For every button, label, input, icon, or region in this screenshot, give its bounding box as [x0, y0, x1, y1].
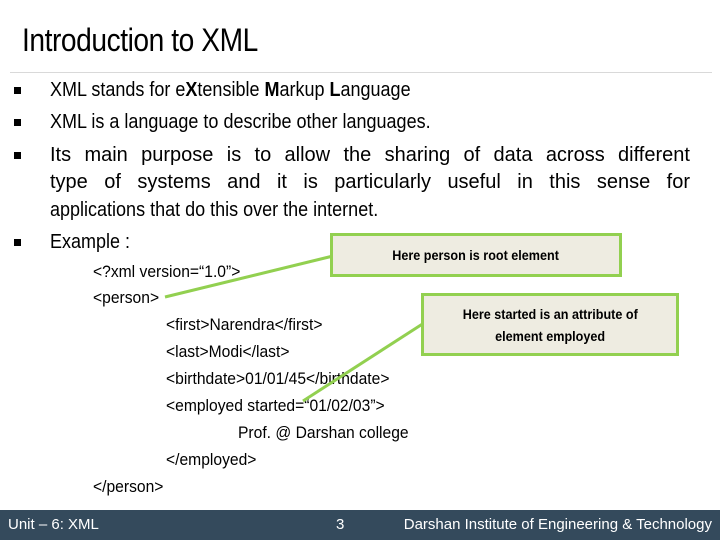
footer-page-number: 3 — [336, 516, 345, 533]
bullet-text-line: type of systems and it is particularly useful in… — [50, 168, 690, 197]
word: in — [517, 171, 533, 193]
word: this — [549, 171, 581, 193]
square-bullet-icon — [14, 152, 21, 159]
code-line: <person> — [93, 288, 160, 307]
word: type — [50, 171, 88, 193]
bullet-text: Example : — [50, 231, 131, 253]
text-segment-bold: X — [185, 79, 198, 101]
word: to — [254, 144, 272, 166]
footer-unit-label: Unit – 6: XML — [8, 516, 99, 533]
word: purpose — [141, 144, 214, 166]
word: and — [227, 171, 261, 193]
text-segment: arkup — [279, 79, 330, 101]
square-bullet-icon — [14, 119, 21, 126]
text-segment-bold: M — [264, 79, 280, 101]
code-line: <first>Narendra</first> — [166, 315, 323, 334]
attribute-callout: Here started is an attribute of element … — [421, 293, 679, 356]
title-divider — [10, 72, 712, 73]
code-line: Prof. @ Darshan college — [238, 423, 409, 442]
text-segment: XML stands for e — [50, 79, 186, 101]
word: it — [276, 171, 287, 193]
bullet-text: applications that do this over the inter… — [50, 199, 379, 221]
word: sense — [596, 171, 651, 193]
code-line: <employed started=“01/02/03”> — [166, 396, 385, 415]
root-element-callout: Here person is root element — [330, 233, 622, 277]
code-line: </employed> — [166, 450, 257, 469]
text-segment-bold: L — [329, 79, 341, 101]
word: is — [303, 171, 318, 193]
square-bullet-icon — [14, 87, 21, 94]
word: allow — [284, 144, 331, 166]
word: of — [104, 171, 121, 193]
word: different — [618, 144, 690, 166]
word: particularly — [334, 171, 431, 193]
word: of — [463, 144, 481, 166]
text-segment: anguage — [340, 79, 411, 101]
bullet-text: XML stands for eXtensible Markup Languag… — [50, 76, 411, 105]
word: main — [84, 144, 128, 166]
code-line: <last>Modi</last> — [166, 342, 290, 361]
bullet-text: XML is a language to describe other lang… — [50, 111, 431, 133]
word: sharing — [384, 144, 451, 166]
bullet-text-line: Its main purpose is to allow the sharing of data a… — [50, 141, 690, 170]
word: the — [343, 144, 372, 166]
word: is — [226, 144, 242, 166]
word: for — [666, 171, 690, 193]
word: Its — [50, 144, 72, 166]
word: useful — [447, 171, 501, 193]
text-segment: tensible — [197, 79, 265, 101]
word: data — [493, 144, 533, 166]
callout-text: Here started is an attribute of — [462, 305, 638, 322]
code-line: <?xml version=“1.0”> — [93, 262, 241, 281]
slide-title: Introduction to XML — [22, 22, 258, 58]
callout-text: Here person is root element — [392, 247, 560, 263]
footer-institute-name: Darshan Institute of Engineering & Techn… — [403, 516, 712, 533]
word: systems — [137, 171, 211, 193]
code-line: <birthdate>01/01/45</birthdate> — [166, 369, 390, 388]
callout-text: element employed — [495, 327, 605, 344]
word: across — [545, 144, 605, 166]
slide-footer: Unit – 6: XML 3 Darshan Institute of Eng… — [0, 510, 720, 540]
code-line: </person> — [93, 477, 164, 496]
square-bullet-icon — [14, 239, 21, 246]
